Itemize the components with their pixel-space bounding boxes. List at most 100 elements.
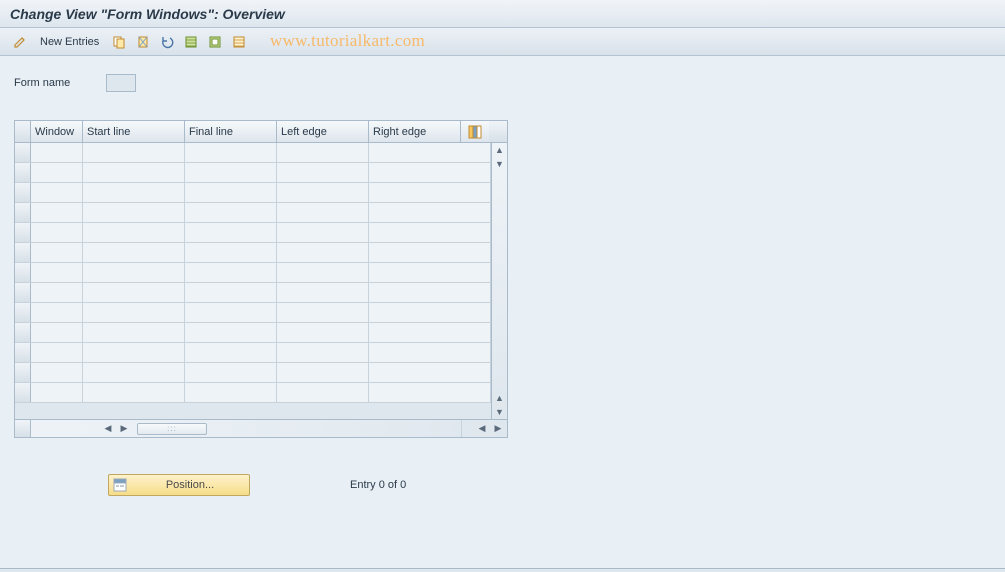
cell-start-line[interactable] <box>83 163 185 182</box>
cell-start-line[interactable] <box>83 223 185 242</box>
cell-left-edge[interactable] <box>277 163 369 182</box>
column-header-final-line[interactable]: Final line <box>185 121 277 142</box>
cell-left-edge[interactable] <box>277 243 369 262</box>
copy-as-icon[interactable] <box>109 32 129 52</box>
cell-left-edge[interactable] <box>277 343 369 362</box>
cell-window[interactable] <box>31 143 83 162</box>
cell-start-line[interactable] <box>83 363 185 382</box>
cell-left-edge[interactable] <box>277 323 369 342</box>
cell-final-line[interactable] <box>185 383 277 402</box>
scroll-right-arrow-icon[interactable]: ▶ <box>117 422 131 436</box>
scroll-left-arrow-icon[interactable]: ◀ <box>101 422 115 436</box>
cell-right-edge[interactable] <box>369 263 491 282</box>
cell-start-line[interactable] <box>83 303 185 322</box>
cell-final-line[interactable] <box>185 343 277 362</box>
cell-start-line[interactable] <box>83 143 185 162</box>
scroll-down-arrow-icon[interactable]: ▼ <box>493 405 507 419</box>
row-selector[interactable] <box>15 363 31 382</box>
cell-left-edge[interactable] <box>277 143 369 162</box>
vertical-scrollbar[interactable]: ▲ ▼ ▲ ▼ <box>491 143 507 419</box>
table-row[interactable] <box>15 363 491 383</box>
cell-right-edge[interactable] <box>369 343 491 362</box>
cell-final-line[interactable] <box>185 283 277 302</box>
table-row[interactable] <box>15 223 491 243</box>
hscroll-thumb[interactable]: ::: <box>137 423 207 435</box>
toggle-display-change-icon[interactable] <box>10 32 30 52</box>
table-row[interactable] <box>15 243 491 263</box>
cell-final-line[interactable] <box>185 223 277 242</box>
cell-window[interactable] <box>31 383 83 402</box>
scroll-up-arrow-icon[interactable]: ▲ <box>493 391 507 405</box>
cell-final-line[interactable] <box>185 203 277 222</box>
table-settings-button[interactable] <box>461 121 489 142</box>
cell-left-edge[interactable] <box>277 223 369 242</box>
cell-window[interactable] <box>31 343 83 362</box>
row-selector[interactable] <box>15 143 31 162</box>
row-selector[interactable] <box>15 303 31 322</box>
cell-right-edge[interactable] <box>369 363 491 382</box>
cell-left-edge[interactable] <box>277 383 369 402</box>
row-selector[interactable] <box>15 263 31 282</box>
cell-start-line[interactable] <box>83 203 185 222</box>
cell-left-edge[interactable] <box>277 303 369 322</box>
table-row[interactable] <box>15 303 491 323</box>
cell-left-edge[interactable] <box>277 263 369 282</box>
scroll-up-arrow-icon[interactable]: ▲ <box>493 143 507 157</box>
table-row[interactable] <box>15 383 491 403</box>
cell-right-edge[interactable] <box>369 143 491 162</box>
table-row[interactable] <box>15 283 491 303</box>
delete-icon[interactable] <box>133 32 153 52</box>
table-row[interactable] <box>15 183 491 203</box>
cell-right-edge[interactable] <box>369 163 491 182</box>
cell-window[interactable] <box>31 363 83 382</box>
select-all-icon[interactable] <box>181 32 201 52</box>
position-button[interactable]: Position... <box>108 474 250 496</box>
cell-start-line[interactable] <box>83 323 185 342</box>
cell-start-line[interactable] <box>83 343 185 362</box>
cell-final-line[interactable] <box>185 303 277 322</box>
row-selector[interactable] <box>15 243 31 262</box>
row-selector[interactable] <box>15 283 31 302</box>
cell-final-line[interactable] <box>185 243 277 262</box>
cell-window[interactable] <box>31 163 83 182</box>
row-selector[interactable] <box>15 183 31 202</box>
row-selector-header[interactable] <box>15 121 31 142</box>
row-selector[interactable] <box>15 163 31 182</box>
scroll-right-arrow-icon[interactable]: ▶ <box>491 422 505 436</box>
cell-left-edge[interactable] <box>277 283 369 302</box>
cell-window[interactable] <box>31 323 83 342</box>
column-header-right-edge[interactable]: Right edge <box>369 121 461 142</box>
cell-right-edge[interactable] <box>369 203 491 222</box>
cell-start-line[interactable] <box>83 383 185 402</box>
row-selector[interactable] <box>15 383 31 402</box>
table-row[interactable] <box>15 343 491 363</box>
cell-left-edge[interactable] <box>277 183 369 202</box>
cell-window[interactable] <box>31 243 83 262</box>
cell-final-line[interactable] <box>185 263 277 282</box>
cell-right-edge[interactable] <box>369 303 491 322</box>
cell-left-edge[interactable] <box>277 363 369 382</box>
cell-final-line[interactable] <box>185 143 277 162</box>
cell-final-line[interactable] <box>185 183 277 202</box>
select-block-icon[interactable] <box>205 32 225 52</box>
cell-final-line[interactable] <box>185 323 277 342</box>
cell-start-line[interactable] <box>83 183 185 202</box>
cell-right-edge[interactable] <box>369 223 491 242</box>
table-row[interactable] <box>15 163 491 183</box>
row-selector[interactable] <box>15 323 31 342</box>
new-entries-button[interactable]: New Entries <box>34 32 105 52</box>
table-row[interactable] <box>15 203 491 223</box>
cell-window[interactable] <box>31 183 83 202</box>
column-header-window[interactable]: Window <box>31 121 83 142</box>
cell-window[interactable] <box>31 223 83 242</box>
column-header-left-edge[interactable]: Left edge <box>277 121 369 142</box>
cell-start-line[interactable] <box>83 243 185 262</box>
cell-right-edge[interactable] <box>369 283 491 302</box>
table-row[interactable] <box>15 323 491 343</box>
cell-start-line[interactable] <box>83 263 185 282</box>
row-selector[interactable] <box>15 203 31 222</box>
scroll-down-arrow-icon[interactable]: ▼ <box>493 157 507 171</box>
cell-final-line[interactable] <box>185 163 277 182</box>
undo-icon[interactable] <box>157 32 177 52</box>
deselect-all-icon[interactable] <box>229 32 249 52</box>
